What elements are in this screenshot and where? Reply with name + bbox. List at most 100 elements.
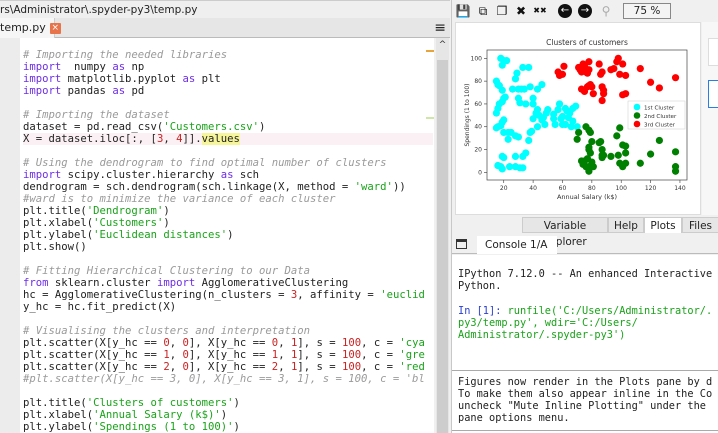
tab-files[interactable]: Files (682, 217, 718, 233)
code-token: plt.xlabel( (23, 409, 94, 421)
tab-temp-py[interactable]: temp.py × (0, 18, 61, 38)
point-1st-cluster (528, 127, 536, 135)
code-line[interactable]: dataset = pd.read_csv('Customers.csv') (23, 121, 433, 133)
code-line[interactable]: plt.scatter(X[y_hc == 2, 0], X[y_hc == 2… (23, 361, 433, 373)
code-line[interactable]: import numpy as np (23, 61, 433, 73)
code-token: # Using the dendrogram to find optimal n… (23, 157, 387, 169)
console-input-line: Administrator/.spyder-py3') (458, 329, 626, 341)
next-icon[interactable]: → (578, 4, 592, 18)
editor-scrollbar[interactable]: ^ (436, 38, 449, 433)
tab-plots[interactable]: Plots (644, 217, 682, 233)
tab-label: temp.py (0, 21, 46, 34)
code-line[interactable]: # Fitting Hierarchical Clustering to our… (23, 265, 433, 277)
code-token: AgglomerativeClustering (195, 277, 349, 289)
point-2nd-cluster (616, 124, 624, 132)
code-line[interactable]: plt.scatter(X[y_hc == 0, 0], X[y_hc == 0… (23, 337, 433, 349)
code-token: plt.ylabel( (23, 229, 94, 241)
code-line[interactable]: plt.xlabel('Annual Salary (k$)') (23, 409, 433, 421)
point-3rd-cluster (560, 62, 568, 70)
code-token: plt.scatter(X[y_hc == (23, 337, 164, 349)
options-menu-icon[interactable]: ≡ (434, 21, 446, 35)
save-icon[interactable]: 💾 (455, 3, 471, 19)
code-line[interactable]: import scipy.cluster.hierarchy as sch (23, 169, 433, 181)
code-line[interactable]: #ward is to minimize the variance of eac… (23, 193, 433, 205)
code-line[interactable]: plt.ylabel('Euclidean distances') (23, 229, 433, 241)
code-line[interactable]: plt.show() (23, 241, 433, 253)
point-2nd-cluster (614, 151, 622, 159)
save-all-icon[interactable]: ⧉ (475, 3, 491, 19)
code-token: 'ward' (354, 181, 393, 193)
tab-variable-explorer[interactable]: Variable explorer (522, 217, 608, 248)
close-tab-icon[interactable]: × (49, 22, 61, 34)
code-token: import (23, 169, 62, 181)
point-3rd-cluster (614, 54, 622, 62)
point-3rd-cluster (588, 83, 596, 91)
console-prompt: In [1]: (458, 305, 508, 317)
point-3rd-cluster (610, 64, 618, 73)
code-line[interactable]: from sklearn.cluster import Agglomerativ… (23, 277, 433, 289)
code-line[interactable]: plt.xlabel('Customers') (23, 217, 433, 229)
point-1st-cluster (572, 102, 580, 110)
code-token: # Fitting Hierarchical Clustering to our… (23, 265, 311, 277)
close-all-icon[interactable]: ✖✖ (532, 3, 548, 19)
point-2nd-cluster (586, 149, 594, 157)
console-notice-line: uncheck "Mute Inline Plotting" under the (458, 400, 706, 412)
point-3rd-cluster (636, 64, 644, 73)
window-icon[interactable] (456, 239, 467, 249)
code-line[interactable]: import matplotlib.pyplot as plt (23, 73, 433, 85)
plot-thumbnail-selected[interactable] (708, 80, 718, 108)
code-line[interactable]: # Using the dendrogram to find optimal n… (23, 157, 433, 169)
code-line[interactable]: # Importing the dataset (23, 109, 433, 121)
y-tick-label: 60 (474, 101, 482, 108)
code-line[interactable]: import pandas as pd (23, 85, 433, 97)
code-content[interactable]: # Importing the needed libraries import n… (23, 49, 433, 433)
console-notice-line: pane options menu. (458, 412, 570, 424)
code-token: sch (233, 169, 260, 181)
code-line[interactable] (23, 145, 433, 157)
code-line[interactable]: plt.title('Dendrogram') (23, 205, 433, 217)
point-3rd-cluster (622, 90, 630, 98)
point-1st-cluster (501, 93, 509, 101)
point-1st-cluster (511, 152, 520, 160)
plot-thumbnail[interactable] (708, 38, 718, 66)
point-3rd-cluster (585, 58, 593, 66)
code-token: matplotlib.pyplot (61, 73, 183, 85)
plot-thumbnails (702, 22, 718, 215)
point-3rd-cluster (599, 86, 608, 94)
tab-help[interactable]: Help (608, 217, 644, 233)
ipython-console[interactable]: IPython 7.12.0 -- An enhanced Interactiv… (452, 255, 718, 433)
code-token: scipy.cluster.hierarchy (61, 169, 221, 181)
previous-icon[interactable]: ← (558, 4, 572, 18)
zoom-level-field[interactable]: 75 % (623, 3, 671, 19)
copy-icon[interactable]: ❐ (494, 3, 510, 19)
code-line[interactable]: # Importing the needed libraries (23, 49, 433, 61)
code-token: plt.scatter(X[y_hc == (23, 349, 164, 361)
code-line[interactable]: plt.title('Clusters of customers') (23, 397, 433, 409)
code-token: , (169, 361, 183, 373)
code-line[interactable]: hc = AgglomerativeClustering(n_clusters … (23, 289, 433, 301)
scrollbar-thumb[interactable] (437, 60, 448, 433)
point-2nd-cluster (671, 163, 680, 171)
code-line[interactable]: X = dataset.iloc[:, [3, 4]].values (23, 133, 433, 145)
code-line[interactable]: plt.scatter(X[y_hc == 1, 0], X[y_hc == 1… (23, 349, 433, 361)
code-line[interactable] (23, 97, 433, 109)
zoom-out-icon[interactable]: ⚲ (598, 3, 614, 19)
x-axis-label: Annual Salary (k$) (557, 193, 617, 201)
code-line[interactable]: dendrogram = sch.dendrogram(sch.linkage(… (23, 181, 433, 193)
code-line[interactable]: y_hc = hc.fit_predict(X) (23, 301, 433, 313)
tab-console[interactable]: Console 1/A× (477, 236, 557, 269)
scroll-up-icon[interactable]: ^ (436, 40, 449, 50)
code-line[interactable]: plt.ylabel('Spendings (1 to 100)') (23, 421, 433, 433)
close-icon[interactable]: ✖ (513, 3, 529, 19)
code-line[interactable]: # Visualising the clusters and interpret… (23, 325, 433, 337)
code-line[interactable]: #plt.scatter(X[y_hc == 3, 0], X[y_hc == … (23, 373, 433, 385)
code-token: as (220, 169, 234, 181)
point-1st-cluster (519, 164, 527, 172)
console-input-text: runfile('C:/Users/Administrator/. (507, 305, 713, 317)
code-line[interactable] (23, 385, 433, 397)
code-line[interactable] (23, 253, 433, 265)
code-editor[interactable]: # Importing the needed libraries import n… (20, 38, 434, 433)
code-token: # Importing the needed libraries (23, 49, 228, 61)
code-line[interactable] (23, 313, 433, 325)
code-token: # Visualising the clusters and interpret… (23, 325, 311, 337)
